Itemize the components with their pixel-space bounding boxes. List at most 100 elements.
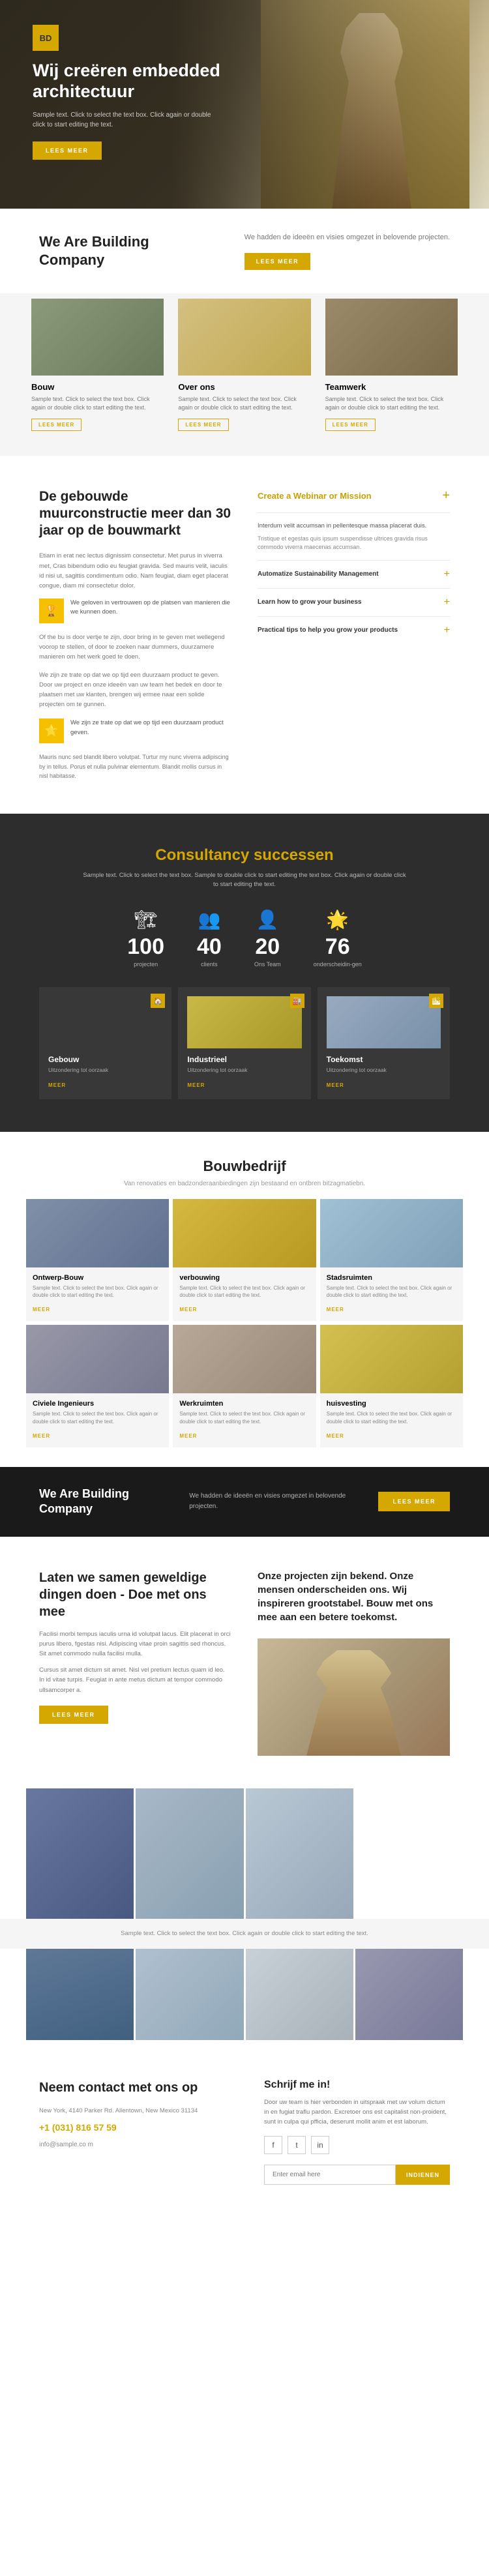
bouw-grid: Ontwerp-Bouw Sample text. Click to selec… bbox=[26, 1199, 463, 1447]
card-team-cta[interactable]: LEES MEER bbox=[325, 419, 376, 431]
hero-title: Wij creëren embedded architectuur bbox=[33, 60, 267, 102]
card-over-cta[interactable]: LEES MEER bbox=[178, 419, 228, 431]
svc-icon-0: 🏠 bbox=[151, 994, 165, 1008]
stat-icon-3: 🌟 bbox=[314, 909, 362, 930]
photo-cell-3 bbox=[355, 1788, 463, 1919]
accordion-title-1: Automatize Sustainability Management bbox=[258, 570, 379, 578]
building-cta[interactable]: LEES MEER bbox=[244, 253, 311, 270]
stats-row: 🏗 100 projecten 👥 40 clients 👤 20 Ons Te… bbox=[39, 909, 450, 968]
bouw-card-1: verbouwing Sample text. Click to select … bbox=[173, 1199, 316, 1321]
hero: BD Wij creëren embedded architectuur Sam… bbox=[0, 0, 489, 209]
gebouwde-badge2: ⭐ We zijn ze trate op dat we op tijd een… bbox=[39, 718, 231, 743]
gebouwde-para2: Of the bu is door vertje te zijn, door b… bbox=[39, 632, 231, 662]
cards-section: Bouw Sample text. Click to select the te… bbox=[0, 293, 489, 456]
accordion-item-2[interactable]: Learn how to grow your business + bbox=[258, 588, 450, 616]
svc-subtitle-2: Uitzondering tot oorzaak bbox=[327, 1067, 441, 1073]
svc-subtitle-1: Uitzondering tot oorzaak bbox=[187, 1067, 301, 1073]
bouw-card-title-2: Stadsruimten bbox=[327, 1274, 456, 1282]
gebouwde-badge1-desc: Mauris nunc sed blandit libero volutpat.… bbox=[39, 752, 231, 780]
svc-img-2 bbox=[327, 996, 441, 1048]
stat-number-3: 76 bbox=[314, 934, 362, 960]
card-team-img bbox=[325, 299, 458, 376]
bouw-card-cta-0[interactable]: MEER bbox=[33, 1307, 50, 1312]
svc-title-0: Gebouw bbox=[48, 1055, 162, 1064]
social-instagram[interactable]: in bbox=[311, 2136, 329, 2154]
stat-label-2: Ons Team bbox=[254, 961, 281, 968]
svc-subtitle-0: Uitzondering tot oorzaak bbox=[48, 1067, 162, 1073]
accordion-item-3[interactable]: Practical tips to help you grow your pro… bbox=[258, 616, 450, 644]
gebouwde-left: De gebouwde muurconstructie meer dan 30 … bbox=[39, 488, 231, 781]
service-card-0: 🏠 Gebouw Uitzondering tot oorzaak MEER bbox=[39, 987, 171, 1099]
bouw-card-cta-1[interactable]: MEER bbox=[179, 1307, 197, 1312]
svc-cta-0[interactable]: MEER bbox=[48, 1082, 66, 1088]
social-facebook[interactable]: f bbox=[264, 2136, 282, 2154]
svc-cta-2[interactable]: MEER bbox=[327, 1082, 344, 1088]
photo2-cell-1 bbox=[136, 1949, 243, 2040]
card-bouw-img bbox=[31, 299, 164, 376]
cta-button[interactable]: LEES MEER bbox=[378, 1492, 450, 1511]
stat-number-1: 40 bbox=[197, 934, 222, 960]
badge2-icon: ⭐ bbox=[39, 718, 64, 743]
accordion-title-3: Practical tips to help you grow your pro… bbox=[258, 627, 398, 634]
accordion-plus-1: + bbox=[444, 569, 450, 580]
stat-label-0: projecten bbox=[127, 961, 164, 968]
photo-cell-1 bbox=[136, 1788, 243, 1919]
photo-grid2-section bbox=[0, 1949, 489, 2053]
building-left: We Are Building Company bbox=[39, 233, 156, 269]
building-title: We Are Building Company bbox=[39, 233, 156, 269]
card-team-title: Teamwerk bbox=[325, 382, 458, 392]
laten-right-title: Onze projecten zijn bekend. Onze mensen … bbox=[258, 1569, 450, 1624]
hero-subtitle: Sample text. Click to select the text bo… bbox=[33, 110, 215, 130]
laten-title: Laten we samen geweldige dingen doen - D… bbox=[39, 1569, 231, 1620]
laten-para2: Cursus sit amet dictum sit amet. Nisl ve… bbox=[39, 1665, 231, 1695]
laten-left: Laten we samen geweldige dingen doen - D… bbox=[39, 1569, 231, 1756]
card-team: Teamwerk Sample text. Click to select th… bbox=[320, 293, 463, 436]
contact-right-title: Schrijf me in! bbox=[264, 2079, 450, 2091]
photo-caption-section: Sample text. Click to select the text bo… bbox=[0, 1919, 489, 1949]
accordion-title-2: Learn how to grow your business bbox=[258, 599, 361, 606]
gebouwde-section: De gebouwde muurconstructie meer dan 30 … bbox=[0, 456, 489, 814]
cta-left: We Are Building Company bbox=[39, 1487, 170, 1517]
accordion-item-0: Interdum velit accumsan in pellentesque … bbox=[258, 512, 450, 560]
card-bouw-cta[interactable]: LEES MEER bbox=[31, 419, 82, 431]
card-bouw: Bouw Sample text. Click to select the te… bbox=[26, 293, 169, 436]
hero-cta[interactable]: LEES MEER bbox=[33, 141, 102, 160]
social-twitter[interactable]: t bbox=[288, 2136, 306, 2154]
card-over: Over ons Sample text. Click to select th… bbox=[173, 293, 316, 436]
gebouwde-badge1: 🏆 We geloven in vertrouwen op de platsen… bbox=[39, 599, 231, 623]
svc-img-1 bbox=[187, 996, 301, 1048]
bouw-card-5: huisvesting Sample text. Click to select… bbox=[320, 1325, 463, 1447]
svc-cta-1[interactable]: MEER bbox=[187, 1082, 205, 1088]
stat-label-1: clients bbox=[197, 961, 222, 968]
stat-1: 👥 40 clients bbox=[197, 909, 222, 968]
bouw-card-text-2: Sample text. Click to select the text bo… bbox=[327, 1284, 456, 1299]
bouw-card-2: Stadsruimten Sample text. Click to selec… bbox=[320, 1199, 463, 1321]
svc-title-1: Industrieel bbox=[187, 1055, 301, 1064]
bouw-card-cta-4[interactable]: MEER bbox=[179, 1433, 197, 1439]
gebouwde-para1: Etiam in erat nec lectus dignissim conse… bbox=[39, 551, 231, 591]
cta-title: We Are Building Company bbox=[39, 1487, 170, 1517]
bouw-card-cta-5[interactable]: MEER bbox=[327, 1433, 344, 1439]
stat-label-3: onderscheidin-gen bbox=[314, 961, 362, 968]
accordion-item-1[interactable]: Automatize Sustainability Management + bbox=[258, 560, 450, 588]
photo-cell-2 bbox=[246, 1788, 353, 1919]
stat-icon-2: 👤 bbox=[254, 909, 281, 930]
bouw-card-text-0: Sample text. Click to select the text bo… bbox=[33, 1284, 162, 1299]
bouw-card-text-1: Sample text. Click to select the text bo… bbox=[179, 1284, 309, 1299]
bouw-card-4: Werkruimten Sample text. Click to select… bbox=[173, 1325, 316, 1447]
photo2-cell-3 bbox=[355, 1949, 463, 2040]
laten-para1: Facilisi morbi tempus iaculis urna id vo… bbox=[39, 1629, 231, 1659]
submit-button[interactable]: INDIENEN bbox=[396, 2165, 450, 2185]
laten-cta[interactable]: LEES MEER bbox=[39, 1706, 108, 1724]
bouw-card-cta-3[interactable]: MEER bbox=[33, 1433, 50, 1439]
hero-content: BD Wij creëren embedded architectuur Sam… bbox=[33, 25, 267, 160]
plus-icon[interactable]: + bbox=[442, 488, 450, 503]
badge1-text: We geloven in vertrouwen op de platsen v… bbox=[70, 599, 231, 617]
stat-2: 👤 20 Ons Team bbox=[254, 909, 281, 968]
laten-person-img bbox=[258, 1638, 450, 1756]
photo2-cell-0 bbox=[26, 1949, 134, 2040]
email-input[interactable] bbox=[264, 2165, 396, 2185]
cta-strip: We Are Building Company We hadden de ide… bbox=[0, 1467, 489, 1537]
bouw-card-cta-2[interactable]: MEER bbox=[327, 1307, 344, 1312]
cta-description: We hadden de ideeën en visies omgezet in… bbox=[189, 1491, 359, 1512]
